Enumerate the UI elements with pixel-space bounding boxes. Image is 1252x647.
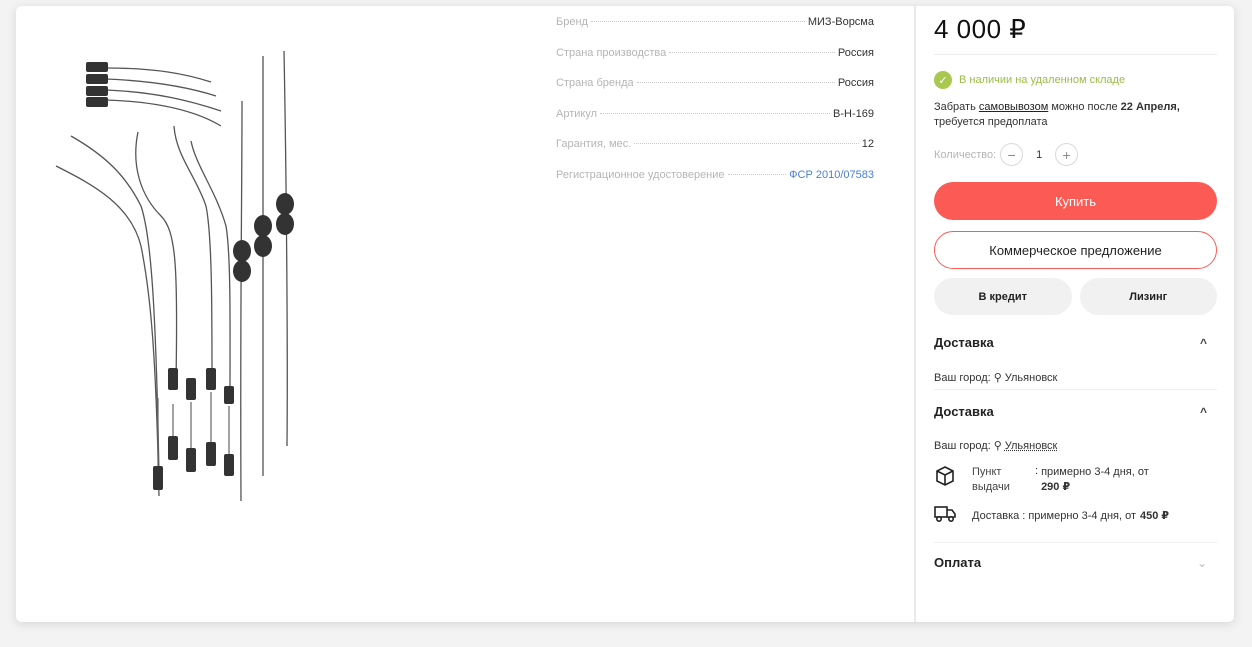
- check-icon: ✓: [934, 71, 952, 89]
- spec-key: Гарантия, мес.: [556, 138, 632, 150]
- divider: [934, 54, 1217, 55]
- specifications-list: Бренд МИЗ-Ворсма Страна производства Рос…: [556, 16, 874, 199]
- courier-label: Доставка: [972, 509, 1020, 522]
- stock-status: ✓ В наличии на удаленном складе: [934, 71, 1217, 89]
- pickup-point-label: Пункт выдачи: [972, 466, 1010, 493]
- spec-row-brand-country: Страна бренда Россия: [556, 77, 874, 108]
- spec-value: МИЗ-Ворсма: [807, 16, 874, 28]
- city-selector: Ваш город: ⚲ Ульяновск: [934, 371, 1217, 385]
- payment-title: Оплата: [934, 555, 982, 570]
- spec-row-brand: Бренд МИЗ-Ворсма: [556, 16, 874, 47]
- divider: [934, 542, 1217, 543]
- quantity-stepper: Количество: − 1 +: [934, 143, 1217, 166]
- spec-key: Страна бренда: [556, 77, 634, 89]
- stock-text: В наличии на удаленном складе: [959, 74, 1126, 86]
- spec-key: Страна производства: [556, 46, 667, 59]
- payment-accordion-header[interactable]: Оплата ⌄: [934, 555, 1217, 570]
- pickup-point-info: примерно 3-4 дня, от 290 ₽: [1041, 465, 1149, 495]
- delivery-accordion-header[interactable]: Доставка ^: [934, 404, 1217, 419]
- credit-button[interactable]: В кредит: [934, 278, 1072, 315]
- spec-row-article: Артикул В-Н-169: [556, 108, 874, 139]
- quantity-value[interactable]: 1: [1023, 149, 1055, 161]
- finance-buttons: В кредит Лизинг: [934, 278, 1217, 315]
- city-label: Ваш город:: [934, 371, 991, 384]
- location-pin-icon: ⚲: [993, 372, 1002, 384]
- pickup-middle: можно после: [1051, 101, 1118, 113]
- location-pin-icon: ⚲: [993, 440, 1002, 452]
- leasing-button[interactable]: Лизинг: [1079, 278, 1217, 315]
- chevron-down-icon[interactable]: ⌄: [1197, 556, 1207, 570]
- spec-value: Россия: [837, 77, 874, 89]
- surgical-needles-image: [55, 50, 294, 502]
- product-card: Бренд МИЗ-Ворсма Страна производства Рос…: [16, 6, 1234, 622]
- pickup-date: 22 Апреля,: [1120, 101, 1180, 113]
- chevron-up-icon[interactable]: ^: [1200, 336, 1207, 350]
- separator: :: [1035, 465, 1039, 477]
- box-icon: [934, 465, 956, 490]
- purchase-panel: 4 000 ₽ ✓ В наличии на удаленном складе …: [934, 6, 1217, 570]
- decrease-button[interactable]: −: [1000, 143, 1024, 166]
- city-link[interactable]: Ульяновск: [1005, 440, 1058, 452]
- courier-option: Доставка : примерно 3-4 дня, от 450 ₽: [934, 505, 1217, 526]
- product-image[interactable]: [16, 6, 556, 622]
- spec-dots: [669, 51, 835, 53]
- spec-dots: [634, 143, 859, 144]
- registration-link[interactable]: ФСР 2010/07583: [789, 169, 874, 181]
- city-label: Ваш город:: [934, 439, 991, 452]
- panel-divider: [914, 6, 916, 622]
- spec-key: Регистрационное удостоверение: [556, 168, 725, 181]
- delivery-title: Доставка: [934, 404, 994, 419]
- pickup-note: требуется предоплата: [934, 116, 1048, 128]
- spec-value: В-Н-169: [833, 107, 874, 120]
- spec-key: Артикул: [556, 107, 598, 120]
- pickup-point-price: 290 ₽: [1041, 481, 1071, 493]
- spec-row-country: Страна производства Россия: [556, 47, 874, 78]
- self-pickup-link[interactable]: самовывозом: [979, 101, 1048, 113]
- buy-button[interactable]: Купить: [934, 182, 1217, 220]
- pickup-info: Забрать самовывозом можно после 22 Апрел…: [934, 100, 1217, 130]
- spec-key: Бренд: [556, 16, 588, 28]
- spec-dots: [727, 173, 787, 175]
- separator: :: [1022, 509, 1026, 522]
- pickup-point-time: примерно 3-4 дня, от: [1041, 466, 1149, 478]
- courier-price: 450 ₽: [1140, 510, 1170, 522]
- spec-dots: [636, 82, 835, 83]
- spec-value: 12: [861, 138, 874, 150]
- spec-dots: [600, 112, 831, 114]
- increase-button[interactable]: +: [1055, 143, 1079, 166]
- city-selector: Ваш город: ⚲ Ульяновск: [934, 439, 1217, 453]
- delivery-accordion-header[interactable]: Доставка ^: [934, 335, 1217, 350]
- city-value[interactable]: Ульяновск: [1005, 372, 1058, 384]
- price: 4 000 ₽: [934, 14, 1027, 44]
- quantity-label: Количество:: [934, 148, 997, 161]
- truck-icon: [934, 505, 956, 526]
- courier-time: примерно 3-4 дня, от: [1028, 509, 1137, 522]
- spec-dots: [590, 21, 805, 22]
- commercial-offer-button[interactable]: Коммерческое предложение: [934, 231, 1217, 269]
- spec-value: Россия: [837, 46, 874, 59]
- spec-row-warranty: Гарантия, мес. 12: [556, 138, 874, 169]
- pickup-point-option: Пункт выдачи : примерно 3-4 дня, от 290 …: [934, 465, 1217, 495]
- pickup-prefix: Забрать: [934, 101, 976, 113]
- spec-row-registration: Регистрационное удостоверение ФСР 2010/0…: [556, 169, 874, 200]
- divider: [934, 389, 1217, 390]
- chevron-up-icon[interactable]: ^: [1200, 405, 1207, 419]
- delivery-title: Доставка: [934, 335, 994, 350]
